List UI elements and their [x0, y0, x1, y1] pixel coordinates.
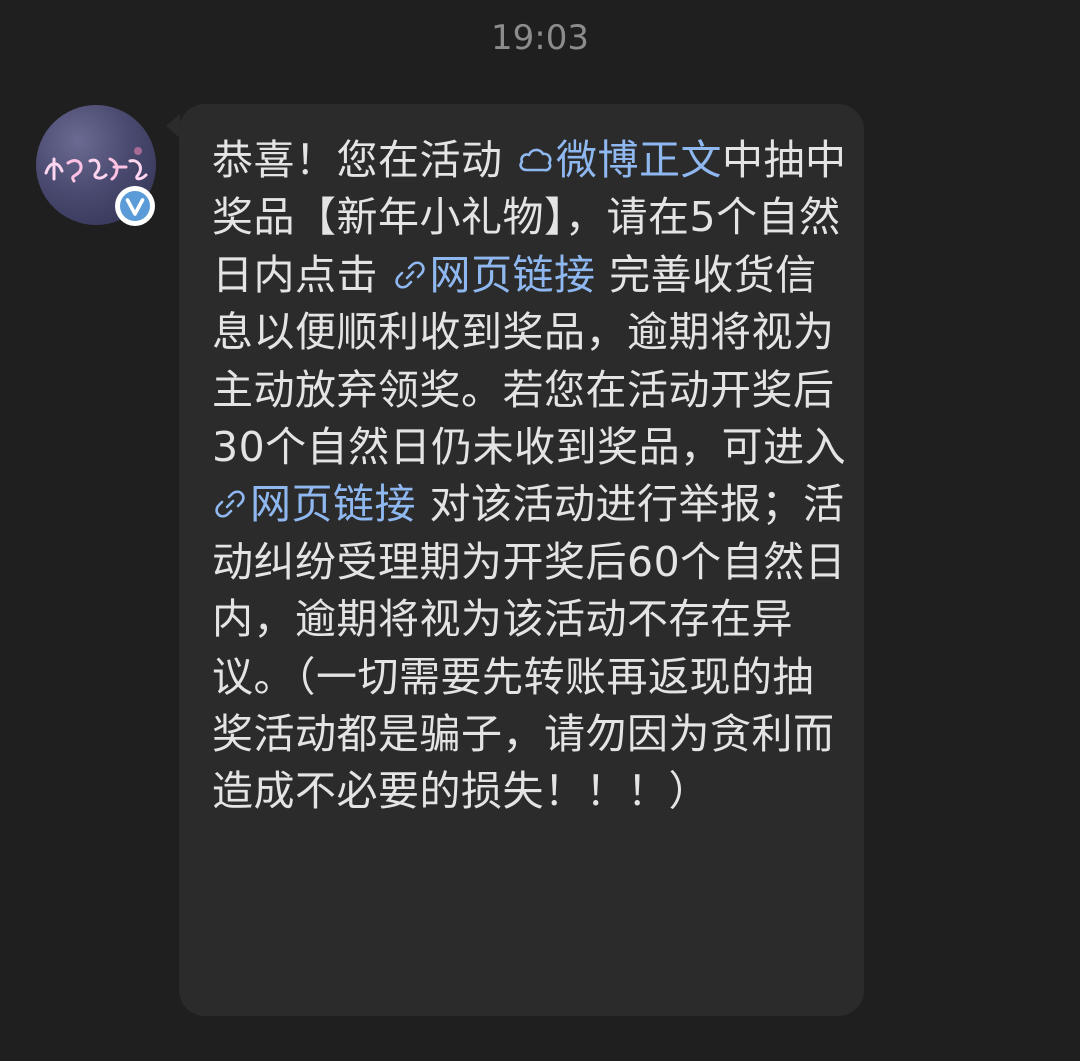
sender-avatar[interactable]	[36, 105, 156, 226]
web-link-2[interactable]: 网页链接	[212, 480, 416, 528]
message-segment-1: 恭喜！您在活动	[212, 136, 517, 184]
bubble-tail	[166, 114, 180, 138]
web-link-1-label[interactable]: 网页链接	[430, 251, 596, 299]
link-chain-icon	[394, 261, 425, 289]
weibo-cloud-icon	[519, 148, 552, 172]
weibo-post-link-label[interactable]: 微博正文	[556, 136, 722, 184]
avatar-art-icon	[44, 147, 148, 183]
verified-v-icon	[115, 186, 155, 226]
web-link-2-label[interactable]: 网页链接	[250, 480, 416, 528]
message-segment-4: 对该活动进行举报；活动纠纷受理期为开奖后60个自然日内，逾期将视为该活动不存在异…	[212, 480, 847, 816]
link-chain-icon	[215, 490, 245, 518]
message-timestamp: 19:03	[491, 18, 589, 58]
message-text: 恭喜！您在活动 微博正文中抽中奖品【新年小礼物】，请在5个自然日内点击 网页链接…	[212, 132, 852, 821]
weibo-post-link[interactable]: 微博正文	[516, 136, 722, 184]
web-link-1[interactable]: 网页链接	[392, 251, 596, 299]
